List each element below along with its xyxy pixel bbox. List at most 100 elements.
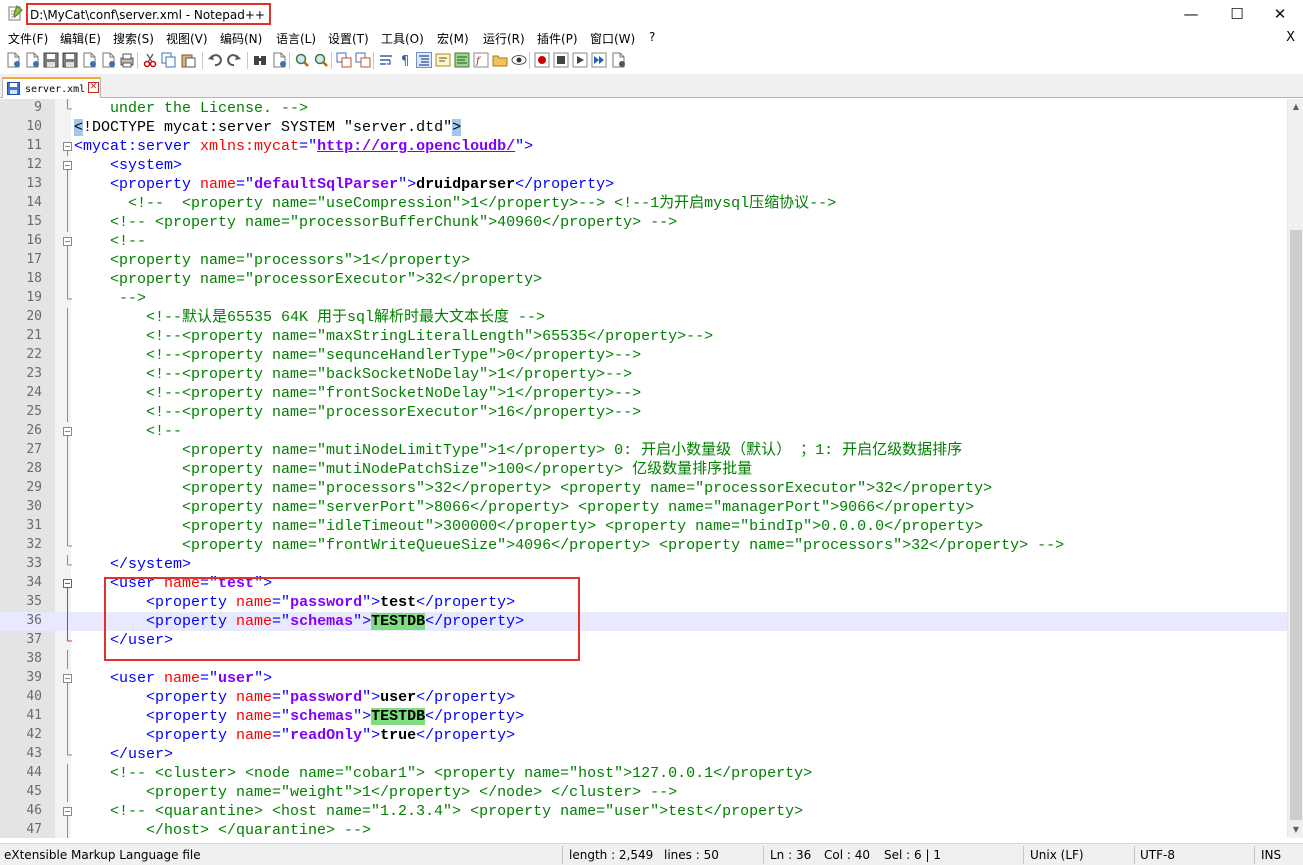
undo-icon[interactable] [207,52,223,68]
monitoring-icon[interactable] [511,52,527,68]
menu-tools[interactable]: 工具(O) [381,30,424,47]
code-line[interactable]: 29 <property name="processors">32</prope… [0,479,1288,498]
code-line[interactable]: 36 <property name="schemas">TESTDB</prop… [0,612,1288,631]
code-line[interactable]: 39 <user name="user"> [0,669,1288,688]
word-wrap-icon[interactable] [378,52,394,68]
paste-icon[interactable] [180,52,196,68]
code-line[interactable]: 40 <property name="password">user</prope… [0,688,1288,707]
vertical-scrollbar[interactable]: ▲ ▼ [1287,99,1303,838]
code-line[interactable]: 44 <!-- <cluster> <node name="cobar1"> <… [0,764,1288,783]
replace-icon[interactable] [271,52,287,68]
code-line[interactable]: 13 <property name="defaultSqlParser">dru… [0,175,1288,194]
code-line[interactable]: 25 <!--<property name="processorExecutor… [0,403,1288,422]
stop-macro-icon[interactable] [553,52,569,68]
code-line[interactable]: 18 <property name="processorExecutor">32… [0,270,1288,289]
code-line[interactable]: 23 <!--<property name="backSocketNoDelay… [0,365,1288,384]
close-document-x[interactable]: X [1286,30,1295,45]
code-line[interactable]: 33 </system> [0,555,1288,574]
code-line[interactable]: 12 <system> [0,156,1288,175]
udl-icon[interactable] [435,52,451,68]
find-icon[interactable] [252,52,268,68]
menu-encoding[interactable]: 编码(N) [220,30,262,47]
code-line[interactable]: 20 <!--默认是65535 64K 用于sql解析时最大文本长度 --> [0,308,1288,327]
close-button[interactable]: ✕ [1257,0,1303,28]
open-file-icon[interactable] [24,52,40,68]
code-line[interactable]: 22 <!--<property name="sequnceHandlerTyp… [0,346,1288,365]
code-line[interactable]: 14 <!-- <property name="useCompression">… [0,194,1288,213]
code-line[interactable]: 21 <!--<property name="maxStringLiteralL… [0,327,1288,346]
play-macro-icon[interactable] [572,52,588,68]
doc-map-icon[interactable] [454,52,470,68]
code-text: <property name="password">test</property… [74,594,516,611]
scroll-down-icon[interactable]: ▼ [1288,822,1303,838]
menu-window[interactable]: 窗口(W) [590,30,635,47]
code-line[interactable]: 11 <mycat:server xmlns:mycat="http://org.… [0,137,1288,156]
code-line[interactable]: 41 <property name="schemas">TESTDB</prop… [0,707,1288,726]
sync-vertical-icon[interactable] [336,52,352,68]
maximize-button[interactable]: ☐ [1214,0,1260,28]
code-line[interactable]: 35 <property name="password">test</prope… [0,593,1288,612]
folder-workspace-icon[interactable] [492,52,508,68]
code-line[interactable]: 46 <!-- <quarantine> <host name="1.2.3.4… [0,802,1288,821]
menu-search[interactable]: 搜索(S) [113,30,154,47]
tab-server-xml[interactable]: server.xml ✕ [2,77,101,98]
code-line[interactable]: 31 <property name="idleTimeout">300000</… [0,517,1288,536]
function-list-icon[interactable]: f [473,52,489,68]
sync-horizontal-icon[interactable] [355,52,371,68]
code-line[interactable]: 24 <!--<property name="frontSocketNoDela… [0,384,1288,403]
minimize-button[interactable]: — [1168,0,1214,28]
menu-settings[interactable]: 设置(T) [328,30,369,47]
code-line[interactable]: 47 </host> </quarantine> --> [0,821,1288,838]
code-line[interactable]: 26 <!-- [0,422,1288,441]
cut-icon[interactable] [142,52,158,68]
status-insert-mode[interactable]: INS [1261,848,1281,862]
save-macro-icon[interactable] [610,52,626,68]
menu-view[interactable]: 视图(V) [166,30,208,47]
code-line[interactable]: 38 [0,650,1288,669]
show-all-characters-icon[interactable]: ¶ [397,52,413,68]
close-icon[interactable] [81,52,97,68]
record-macro-icon[interactable] [534,52,550,68]
code-line[interactable]: 43 </user> [0,745,1288,764]
menu-plugins[interactable]: 插件(P) [537,30,578,47]
menu-help[interactable]: ? [649,30,655,44]
menu-edit[interactable]: 编辑(E) [60,30,101,47]
status-encoding[interactable]: UTF-8 [1140,848,1175,862]
save-icon[interactable] [43,52,59,68]
scroll-up-icon[interactable]: ▲ [1288,99,1303,115]
code-text: <mycat:server xmlns:mycat="http://org.op… [74,138,534,155]
scrollbar-thumb[interactable] [1290,230,1302,820]
code-line[interactable]: 42 <property name="readOnly">true</prope… [0,726,1288,745]
code-line[interactable]: 16 <!-- [0,232,1288,251]
code-line[interactable]: 27 <property name="mutiNodeLimitType">1<… [0,441,1288,460]
new-file-icon[interactable] [5,52,21,68]
menu-macro[interactable]: 宏(M) [437,30,469,47]
copy-icon[interactable] [161,52,177,68]
code-line[interactable]: 30 <property name="serverPort">8066</pro… [0,498,1288,517]
code-line[interactable]: 37 </user> [0,631,1288,650]
close-all-icon[interactable] [100,52,116,68]
run-macro-multiple-icon[interactable] [591,52,607,68]
zoom-in-icon[interactable] [294,52,310,68]
tab-close-icon[interactable]: ✕ [88,82,99,93]
code-line[interactable]: 15 <!-- <property name="processorBufferC… [0,213,1288,232]
save-all-icon[interactable] [62,52,78,68]
print-icon[interactable] [119,52,135,68]
code-line[interactable]: 10 <!DOCTYPE mycat:server SYSTEM "server.… [0,118,1288,137]
code-line[interactable]: 28 <property name="mutiNodePatchSize">10… [0,460,1288,479]
code-line[interactable]: 9 under the License. --> [0,99,1288,118]
redo-icon[interactable] [226,52,242,68]
zoom-out-icon[interactable] [313,52,329,68]
menu-file[interactable]: 文件(F) [8,30,48,47]
code-line[interactable]: 32 <property name="frontWriteQueueSize">… [0,536,1288,555]
indent-guide-icon[interactable] [416,52,432,68]
code-line[interactable]: 45 <property name="weight">1</property> … [0,783,1288,802]
toolbar-separator [202,52,203,69]
code-line[interactable]: 17 <property name="processors">1</proper… [0,251,1288,270]
code-line[interactable]: 19 --> [0,289,1288,308]
status-eol[interactable]: Unix (LF) [1030,848,1084,862]
menu-run[interactable]: 运行(R) [483,30,525,47]
code-line[interactable]: 34 <user name="test"> [0,574,1288,593]
menu-language[interactable]: 语言(L) [276,30,316,47]
editor[interactable]: 9 under the License. --> 10 <!DOCTYPE myca… [0,99,1303,838]
